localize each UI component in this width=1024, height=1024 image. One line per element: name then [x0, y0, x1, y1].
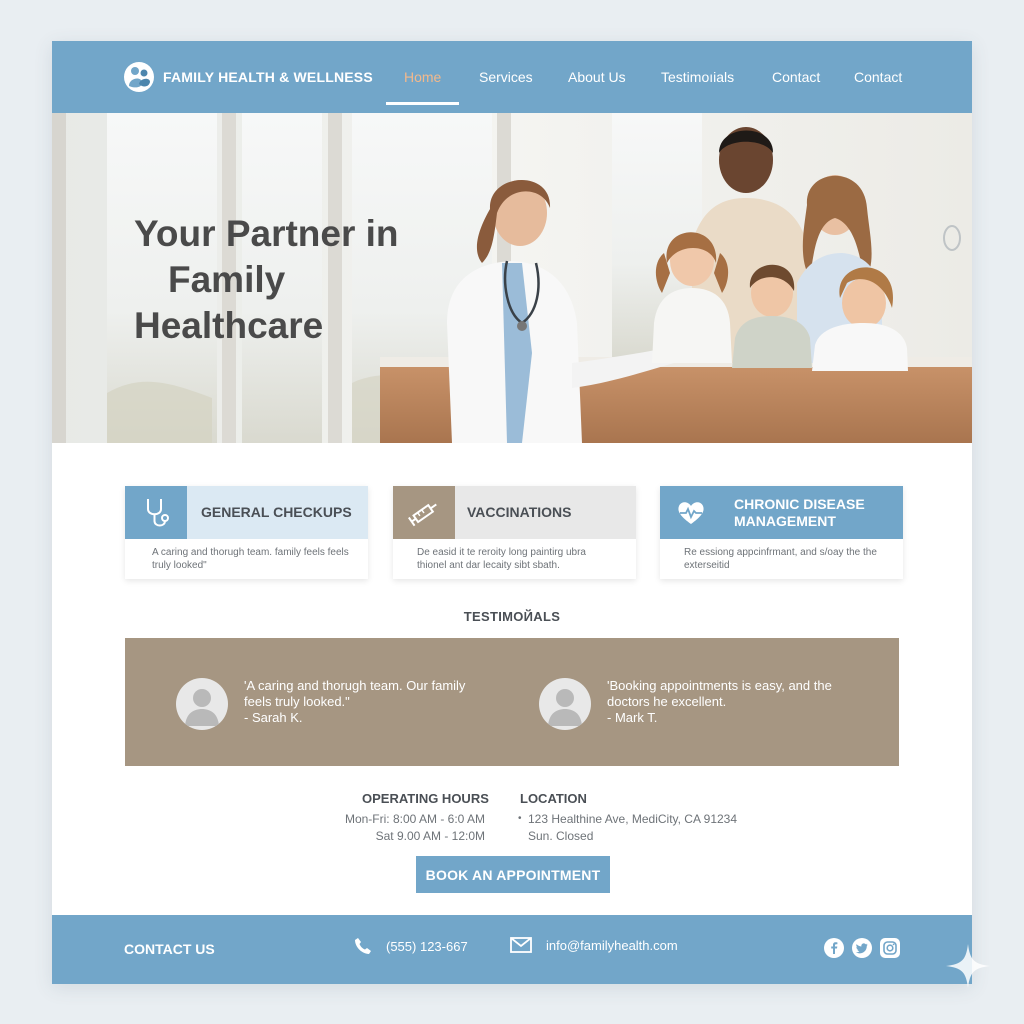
location-title: LOCATION [520, 791, 587, 806]
nav-active-indicator [386, 102, 459, 105]
syringe-icon [393, 486, 455, 539]
footer: CONTACT US (555) 123-667 info@familyheal… [52, 915, 972, 984]
testimonial-author: - Mark T. [607, 710, 658, 725]
card-description: A caring and thorugh team. family feels … [152, 547, 349, 571]
hours-line: Sat 9.00 AM - 12:0M [375, 829, 485, 843]
nav-contact-2[interactable]: Contact [854, 69, 902, 85]
avatar [539, 678, 591, 730]
hero-title-line: Healthcare [134, 305, 324, 346]
card-description: De easid it te reroity long paintirg ubr… [417, 547, 586, 571]
mail-icon [510, 937, 532, 953]
nav-services[interactable]: Services [479, 69, 533, 85]
testimonial-quote: 'A caring and thorugh team. Our family f… [244, 678, 466, 709]
card-title-text: GENERAL CHECKUPS [201, 504, 352, 520]
operating-hours-title: OPERATING HOURS [362, 791, 489, 806]
instagram-icon[interactable] [880, 938, 900, 958]
page: FAMILY HEALTH & WELLNESS Home Services A… [52, 41, 972, 984]
location-line: Sun. Closed [528, 829, 594, 843]
footer-phone[interactable]: (555) 123-667 [354, 937, 468, 955]
card-title-text: VACCINATIONS [467, 504, 572, 520]
testimonials-heading: TESTIMOЙALS [463, 609, 561, 624]
footer-title: CONTACT US [124, 941, 215, 957]
location-line: 123 Healthine Ave, MediCity, CA 91234 [528, 812, 738, 826]
book-appointment-button[interactable]: BOOK AN APPOINTMENT [416, 856, 610, 893]
hero-banner: Your Partner in Family Healthcare [52, 113, 972, 443]
heart-pulse-icon [660, 486, 722, 539]
nav-about-us[interactable]: About Us [568, 69, 626, 85]
card-title-text: MANAGEMENT [734, 512, 836, 529]
hero-title: Your Partner in Family Healthcare [134, 211, 454, 349]
bullet: • [518, 813, 522, 824]
hours-line: Mon-Fri: 8:00 AM - 6:0 AM [344, 812, 485, 826]
testimonial-quote: 'Booking appointments is easy, and the d… [607, 678, 832, 709]
testimonial: 'A caring and thorugh team. Our family f… [176, 678, 484, 730]
service-card-chronic-disease[interactable]: CHRONIC DISEASE MANAGEMENT Re essiong ap… [660, 486, 903, 579]
hero-title-line: Family [168, 259, 286, 300]
service-card-general-checkups[interactable]: GENERAL CHECKUPS A caring and thorugh te… [125, 486, 368, 579]
card-title: CHRONIC DISEASE MANAGEMENT [734, 486, 865, 539]
nav-testimonials[interactable]: Testimoıials [661, 69, 734, 85]
sparkle-icon [946, 944, 990, 988]
brand-name: FAMILY HEALTH & WELLNESS [163, 69, 373, 85]
nav-home[interactable]: Home [404, 69, 441, 85]
facebook-icon[interactable] [824, 938, 844, 958]
testimonial-author: - Sarah K. [244, 710, 303, 725]
email-address: info@familyhealth.com [546, 937, 678, 953]
testimonials-band: 'A caring and thorugh team. Our family f… [125, 638, 899, 766]
stethoscope-icon [125, 486, 187, 539]
card-title: VACCINATIONS [467, 486, 571, 539]
brand[interactable]: FAMILY HEALTH & WELLNESS [122, 60, 373, 94]
service-card-vaccinations[interactable]: VACCINATIONS De easid it te reroity long… [393, 486, 636, 579]
phone-number: (555) 123-667 [386, 938, 468, 954]
testimonial: 'Booking appointments is easy, and the d… [539, 678, 847, 730]
avatar [176, 678, 228, 730]
phone-icon [355, 938, 371, 954]
twitter-icon[interactable] [852, 938, 872, 958]
hero-title-line: Your Partner in [134, 213, 399, 254]
nav-contact[interactable]: Contact [772, 69, 820, 85]
card-description: Re essiong appcinfrmant, and s/oay the t… [684, 547, 877, 571]
card-title: GENERAL CHECKUPS [201, 486, 352, 539]
card-title-text: CHRONIC DISEASE [734, 495, 865, 512]
footer-email[interactable]: info@familyhealth.com [510, 937, 678, 953]
top-nav: FAMILY HEALTH & WELLNESS Home Services A… [52, 41, 972, 113]
family-care-logo [124, 62, 154, 92]
